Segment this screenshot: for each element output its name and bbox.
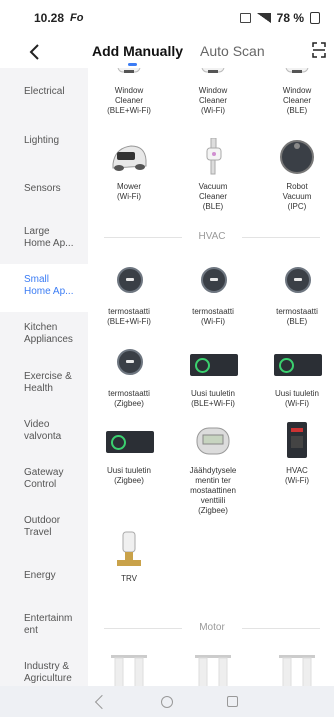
- sidebar-item-small-home-appliances[interactable]: Small Home Ap...: [0, 264, 88, 312]
- sidebar-item-entertainment[interactable]: Entertainm ent: [0, 613, 88, 637]
- header: Add Manually Auto Scan: [0, 36, 334, 68]
- fan-panel-icon: [190, 345, 238, 383]
- thermostat-icon: [277, 263, 317, 301]
- curtain-icon: [109, 653, 149, 686]
- device-robot-vacuum-ipc[interactable]: Robot Vacuum (IPC): [258, 138, 334, 212]
- battery-icon: [310, 12, 320, 24]
- signal-icon: [256, 13, 271, 23]
- carrier-label: Fo: [70, 12, 84, 24]
- tab-add-manually[interactable]: Add Manually: [92, 43, 183, 59]
- sidebar-item-energy[interactable]: Energy: [0, 570, 88, 582]
- device-window-cleaner-wifi[interactable]: Window Cleaner (Wi-Fi): [174, 68, 252, 116]
- thermostat-icon: [193, 263, 233, 301]
- hvac-panel-icon: [277, 422, 317, 460]
- tab-auto-scan[interactable]: Auto Scan: [200, 43, 265, 59]
- device-curtain-motor[interactable]: [174, 653, 252, 686]
- thermostat-icon: [109, 263, 149, 301]
- sidebar-item-exercise-health[interactable]: Exercise & Health: [0, 371, 88, 395]
- device-trv[interactable]: TRV: [90, 530, 168, 584]
- handheld-vacuum-icon: [193, 137, 233, 176]
- sidebar-item-video-valvonta[interactable]: Video valvonta: [0, 419, 88, 443]
- device-uusi-tuuletin-wifi[interactable]: Uusi tuuletin (Wi-Fi): [258, 345, 334, 409]
- category-sidebar: Electrical Lighting Sensors Large Home A…: [0, 68, 88, 686]
- device-curtain-motor[interactable]: [258, 653, 334, 686]
- section-divider-motor: Motor: [104, 621, 320, 635]
- device-uusi-tuuletin-ble-wifi[interactable]: Uusi tuuletin (BLE+Wi-Fi): [174, 345, 252, 409]
- sim-icon: [239, 13, 251, 23]
- battery-level: 78 %: [276, 11, 304, 25]
- back-arrow-icon[interactable]: [26, 43, 44, 61]
- robot-vacuum-icon: [277, 138, 317, 176]
- fan-panel-icon: [274, 345, 322, 383]
- device-window-cleaner-ble[interactable]: Window Cleaner (BLE): [258, 68, 334, 116]
- device-window-cleaner-ble-wifi[interactable]: Window Cleaner (BLE+Wi-Fi): [90, 68, 168, 116]
- curtain-icon: [277, 653, 317, 686]
- sidebar-item-sensors[interactable]: Sensors: [0, 183, 88, 195]
- sidebar-item-gateway-control[interactable]: Gateway Control: [0, 467, 88, 491]
- device-uusi-tuuletin-zigbee[interactable]: Uusi tuuletin (Zigbee): [90, 422, 168, 486]
- nav-recents-icon[interactable]: [226, 696, 238, 707]
- nav-home-icon[interactable]: [160, 695, 173, 708]
- nav-back-icon[interactable]: [94, 694, 109, 709]
- scan-icon[interactable]: [312, 42, 326, 58]
- sidebar-item-kitchen-appliances[interactable]: Kitchen Appliances: [0, 322, 88, 346]
- window-cleaner-icon: [277, 68, 317, 96]
- sidebar-item-electrical[interactable]: Electrical: [0, 86, 88, 98]
- system-navigation-bar: [0, 686, 334, 717]
- fan-panel-icon: [106, 422, 154, 460]
- device-mower-wifi[interactable]: Mower (Wi-Fi): [90, 138, 168, 202]
- window-cleaner-icon: [193, 68, 233, 96]
- sidebar-item-industry-agriculture[interactable]: Industry & Agriculture: [0, 661, 88, 685]
- device-termostaatti-zigbee[interactable]: termostaatti (Zigbee): [90, 345, 168, 409]
- status-bar: 10.28 Fo 78 %: [0, 0, 334, 36]
- device-termostaatti-wifi[interactable]: termostaatti (Wi-Fi): [174, 263, 252, 327]
- device-radiator-valve-zigbee[interactable]: Jäähdytysele mentin ter mostaattinen ven…: [174, 422, 252, 516]
- mower-icon: [109, 138, 149, 176]
- sidebar-item-outdoor-travel[interactable]: Outdoor Travel: [0, 515, 88, 539]
- device-curtain-motor[interactable]: [90, 653, 168, 686]
- trv-icon: [109, 530, 149, 568]
- device-hvac-wifi[interactable]: HVAC (Wi-Fi): [258, 422, 334, 486]
- radiator-valve-icon: [193, 422, 233, 460]
- status-time: 10.28: [34, 11, 65, 25]
- active-tab-indicator: [128, 63, 137, 66]
- section-divider-hvac: HVAC: [104, 230, 320, 244]
- sidebar-item-lighting[interactable]: Lighting: [0, 135, 88, 147]
- device-termostaatti-ble[interactable]: termostaatti (BLE): [258, 263, 334, 327]
- device-vacuum-cleaner-ble[interactable]: Vacuum Cleaner (BLE): [174, 137, 252, 212]
- device-list: Window Cleaner (BLE+Wi-Fi) Window Cleane…: [88, 68, 334, 686]
- thermostat-icon: [109, 345, 149, 383]
- curtain-icon: [193, 653, 233, 686]
- sidebar-item-large-home-appliances[interactable]: Large Home Ap...: [0, 226, 88, 250]
- window-cleaner-icon: [109, 68, 149, 96]
- device-termostaatti-ble-wifi[interactable]: termostaatti (BLE+Wi-Fi): [90, 263, 168, 327]
